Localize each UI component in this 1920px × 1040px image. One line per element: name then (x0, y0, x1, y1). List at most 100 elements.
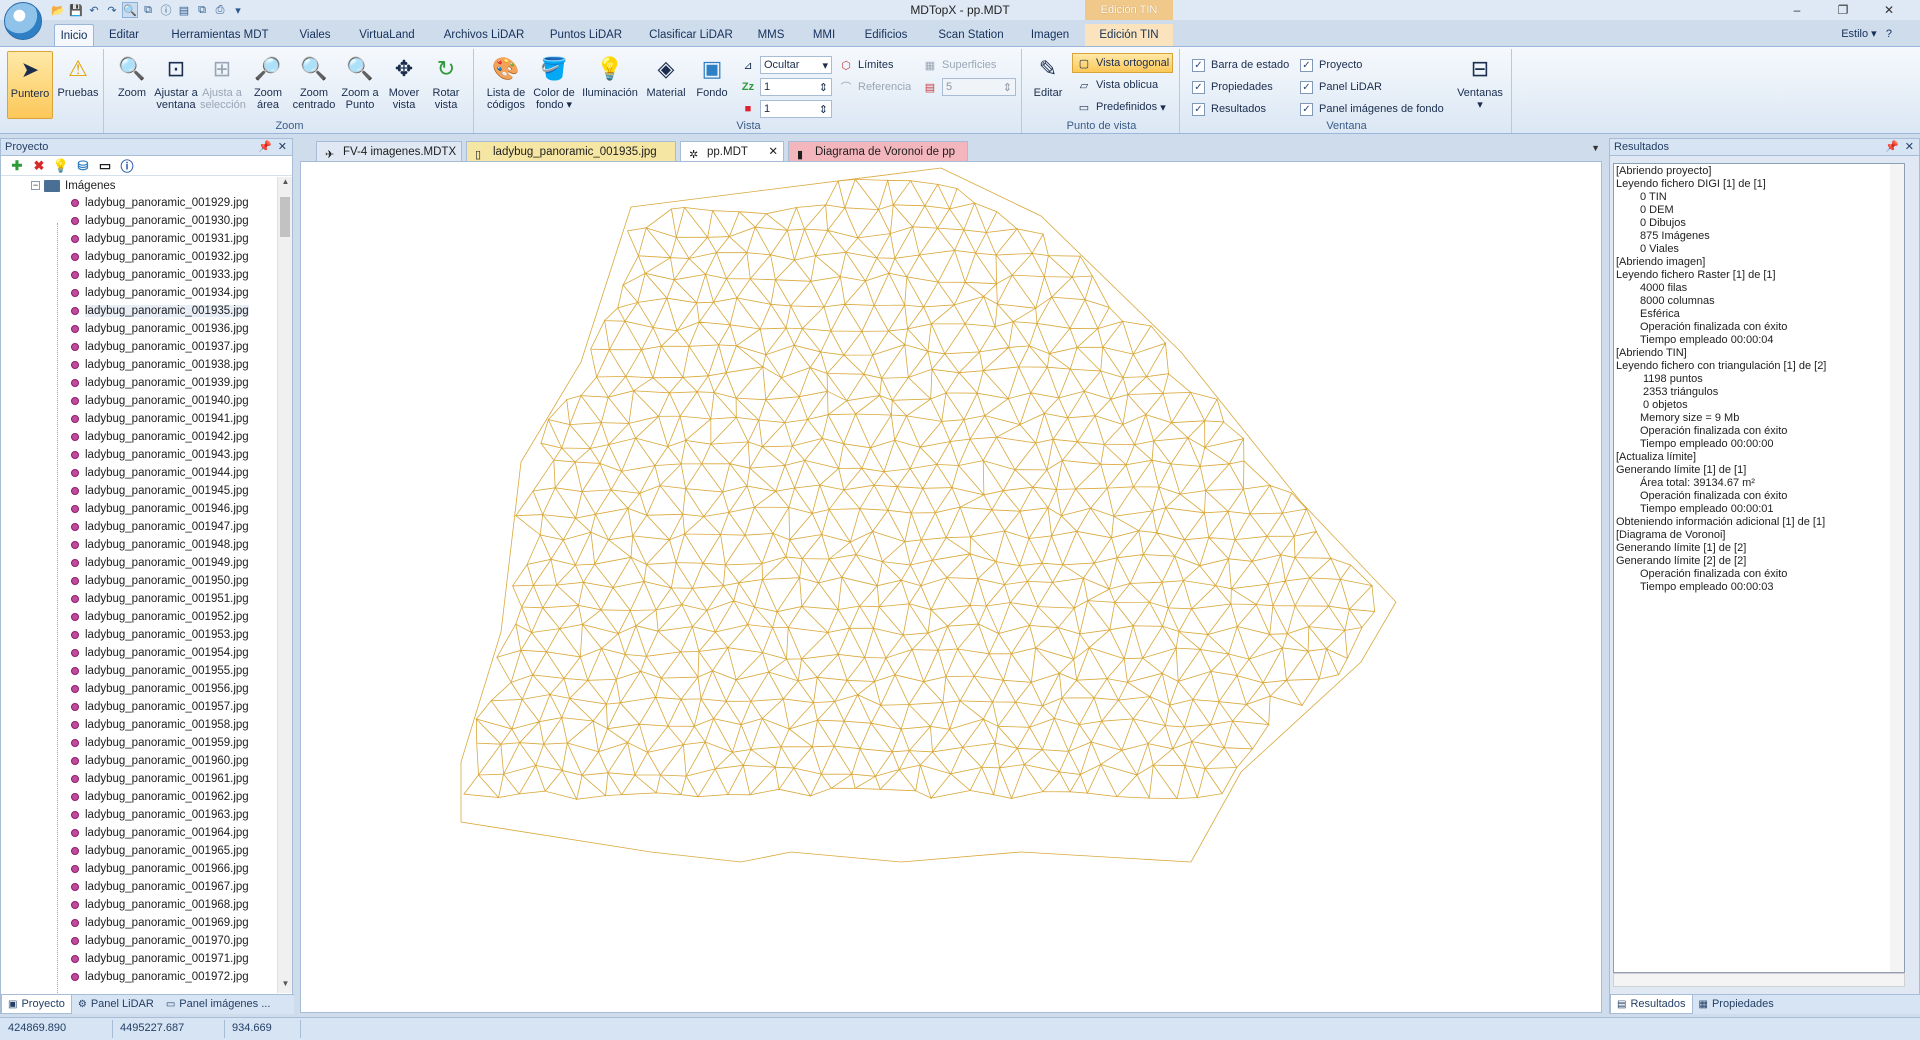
list-item[interactable]: ladybug_panoramic_001967.jpg (1, 878, 279, 896)
tabs-dropdown-icon[interactable]: ▼ (1591, 143, 1600, 153)
color-fondo-button[interactable]: 🪣 Color de fondo ▾ (530, 51, 578, 117)
image-icon[interactable]: ▭ (97, 158, 113, 174)
results-hscrollbar[interactable] (1613, 973, 1905, 987)
collapse-icon[interactable]: − (31, 181, 40, 190)
tab-inicio[interactable]: Inicio (54, 24, 94, 46)
panel-lidar-checkbox[interactable]: ✓ Panel LiDAR (1300, 77, 1382, 97)
project-scrollbar[interactable]: ▲ ▼ (277, 177, 292, 993)
material-button[interactable]: ◈ Material (642, 51, 690, 117)
vista-oblicua-button[interactable]: ▱ Vista oblicua (1076, 75, 1158, 95)
close-icon[interactable]: ✕ (1905, 139, 1914, 155)
list-item[interactable]: ladybug_panoramic_001940.jpg (1, 392, 279, 410)
light-icon[interactable]: 💡 (53, 158, 69, 174)
tab-imagen[interactable]: Imagen (1025, 24, 1075, 46)
add-icon[interactable]: ✚ (9, 158, 25, 174)
tree-root-imagenes[interactable]: − Imágenes (1, 177, 279, 194)
list-item[interactable]: ladybug_panoramic_001935.jpg (1, 302, 279, 320)
doc-tab-fv4[interactable]: ✈ FV-4 imagenes.MDTX (316, 141, 462, 161)
list-item[interactable]: ladybug_panoramic_001945.jpg (1, 482, 279, 500)
doc-tab-voronoi[interactable]: ▮ Diagrama de Voronoi de pp (788, 141, 968, 161)
list-item[interactable]: ladybug_panoramic_001929.jpg (1, 194, 279, 212)
referencia-button[interactable]: ⌒ Referencia (838, 77, 912, 97)
iluminacion-button[interactable]: 💡 Iluminación (580, 51, 640, 117)
zoom-centrado-button[interactable]: 🔍 Zoom centrado (292, 51, 336, 117)
list-item[interactable]: ladybug_panoramic_001959.jpg (1, 734, 279, 752)
list-item[interactable]: ladybug_panoramic_001941.jpg (1, 410, 279, 428)
tin-canvas[interactable] (300, 161, 1602, 1013)
fondo-button[interactable]: ▣ Fondo (690, 51, 734, 117)
ocultar-combo[interactable]: Ocultar ▾ (760, 56, 832, 74)
layers-icon[interactable]: ⛁ (75, 158, 91, 174)
list-item[interactable]: ladybug_panoramic_001953.jpg (1, 626, 279, 644)
limites-button[interactable]: ⬡ Límites (838, 55, 893, 75)
restore-button[interactable]: ❐ (1820, 0, 1866, 20)
style-menu[interactable]: Estilo ▾ ? (1841, 27, 1892, 40)
zoom-area-button[interactable]: 🔎 Zoom área (246, 51, 290, 117)
close-icon[interactable]: ✕ (278, 139, 287, 155)
doc-tab-ladybug[interactable]: ▯ ladybug_panoramic_001935.jpg (466, 141, 676, 161)
list-item[interactable]: ladybug_panoramic_001942.jpg (1, 428, 279, 446)
superficies-spinner[interactable]: 5 ⇕ (942, 78, 1016, 96)
list-item[interactable]: ladybug_panoramic_001966.jpg (1, 860, 279, 878)
tab-herramientas-mdt[interactable]: Herramientas MDT (165, 24, 275, 46)
list-item[interactable]: ladybug_panoramic_001946.jpg (1, 500, 279, 518)
tab-panel-lidar[interactable]: ⚙ Panel LiDAR (72, 995, 160, 1014)
list-item[interactable]: ladybug_panoramic_001943.jpg (1, 446, 279, 464)
tab-clasificar-lidar[interactable]: Clasificar LiDAR (646, 24, 736, 46)
list-item[interactable]: ladybug_panoramic_001957.jpg (1, 698, 279, 716)
predefinidos-button[interactable]: ▭ Predefinidos ▾ (1076, 97, 1166, 117)
list-item[interactable]: ladybug_panoramic_001951.jpg (1, 590, 279, 608)
editar-vista-button[interactable]: ✎ Editar (1026, 51, 1070, 117)
color-spinner[interactable]: 1 ⇕ (760, 100, 832, 118)
rotar-vista-button[interactable]: ↻ Rotar vista (424, 51, 468, 117)
ajustar-ventana-button[interactable]: ⊡ Ajustar a ventana (154, 51, 198, 117)
vista-ortogonal-button[interactable]: ▢ Vista ortogonal (1072, 53, 1174, 73)
list-item[interactable]: ladybug_panoramic_001950.jpg (1, 572, 279, 590)
pin-icon[interactable]: 📌 (1885, 139, 1899, 155)
list-item[interactable]: ladybug_panoramic_001954.jpg (1, 644, 279, 662)
lista-codigos-button[interactable]: 🎨 Lista de códigos (482, 51, 530, 117)
tab-proyecto[interactable]: ▣ Proyecto (1, 995, 72, 1014)
tab-puntos-lidar[interactable]: Puntos LiDAR (546, 24, 626, 46)
resultados-checkbox[interactable]: ✓ Resultados (1192, 99, 1266, 119)
list-item[interactable]: ladybug_panoramic_001969.jpg (1, 914, 279, 932)
list-item[interactable]: ladybug_panoramic_001965.jpg (1, 842, 279, 860)
list-item[interactable]: ladybug_panoramic_001938.jpg (1, 356, 279, 374)
delete-icon[interactable]: ✖ (31, 158, 47, 174)
tab-archivos-lidar[interactable]: Archivos LiDAR (440, 24, 528, 46)
zoom-punto-button[interactable]: 🔍 Zoom a Punto (338, 51, 382, 117)
results-scrollbar[interactable] (1890, 164, 1904, 972)
list-item[interactable]: ladybug_panoramic_001971.jpg (1, 950, 279, 968)
list-item[interactable]: ladybug_panoramic_001931.jpg (1, 230, 279, 248)
tab-edificios[interactable]: Edificios (858, 24, 914, 46)
doc-tab-pp-mdt[interactable]: ✲ pp.MDT ✕ (680, 141, 784, 161)
tab-editar[interactable]: Editar (104, 24, 144, 46)
list-item[interactable]: ladybug_panoramic_001964.jpg (1, 824, 279, 842)
panel-imagenes-checkbox[interactable]: ✓ Panel imágenes de fondo (1300, 99, 1444, 119)
tab-edicion-tin[interactable]: Edición TIN (1085, 24, 1173, 46)
help-icon[interactable]: ? (1886, 28, 1892, 40)
list-item[interactable]: ladybug_panoramic_001930.jpg (1, 212, 279, 230)
tab-virtualand[interactable]: VirtuaLand (352, 24, 422, 46)
puntero-button[interactable]: ➤ Puntero (7, 51, 53, 119)
pruebas-button[interactable]: ⚠ Pruebas (56, 51, 100, 117)
close-button[interactable]: ✕ (1866, 0, 1912, 20)
list-item[interactable]: ladybug_panoramic_001932.jpg (1, 248, 279, 266)
list-item[interactable]: ladybug_panoramic_001949.jpg (1, 554, 279, 572)
list-item[interactable]: ladybug_panoramic_001947.jpg (1, 518, 279, 536)
ajustar-seleccion-button[interactable]: ⊞ Ajusta a selección (200, 51, 246, 117)
tab-resultados[interactable]: ▤ Resultados (1610, 995, 1693, 1014)
list-item[interactable]: ladybug_panoramic_001958.jpg (1, 716, 279, 734)
list-item[interactable]: ladybug_panoramic_001961.jpg (1, 770, 279, 788)
list-item[interactable]: ladybug_panoramic_001962.jpg (1, 788, 279, 806)
list-item[interactable]: ladybug_panoramic_001937.jpg (1, 338, 279, 356)
list-item[interactable]: ladybug_panoramic_001939.jpg (1, 374, 279, 392)
tab-mmi[interactable]: MMI (806, 24, 842, 46)
list-item[interactable]: ladybug_panoramic_001955.jpg (1, 662, 279, 680)
z-spinner[interactable]: 1 ⇕ (760, 78, 832, 96)
app-menu-button[interactable] (4, 2, 42, 40)
list-item[interactable]: ladybug_panoramic_001944.jpg (1, 464, 279, 482)
list-item[interactable]: ladybug_panoramic_001956.jpg (1, 680, 279, 698)
zoom-button[interactable]: 🔍 Zoom (110, 51, 154, 117)
tab-scan-station[interactable]: Scan Station (932, 24, 1010, 46)
